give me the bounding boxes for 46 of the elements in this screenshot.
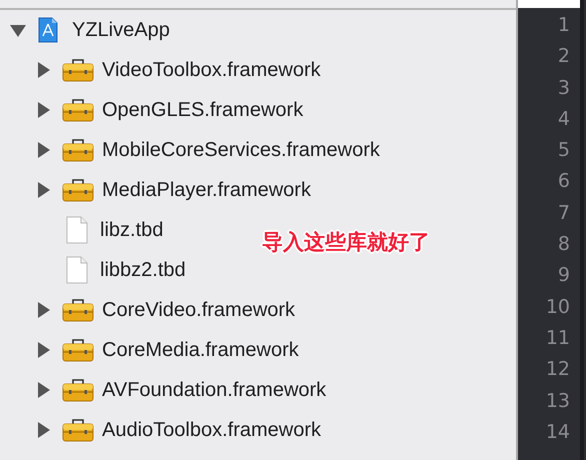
- line-number: 8: [556, 232, 571, 258]
- tree-item[interactable]: AudioToolbox.framework: [102, 418, 321, 442]
- toolbox-icon: [62, 138, 94, 162]
- tree-item[interactable]: OpenGLES.framework: [102, 98, 304, 122]
- tree-item[interactable]: AVFoundation.framework: [102, 378, 326, 402]
- line-number: 10: [544, 294, 571, 320]
- tree-item[interactable]: libbz2.tbd: [100, 258, 186, 282]
- line-number: 4: [556, 106, 571, 132]
- toolbox-icon: [62, 338, 94, 362]
- disclosure-triangle[interactable]: [38, 342, 50, 358]
- tree-item[interactable]: libz.tbd: [100, 218, 164, 242]
- disclosure-triangle[interactable]: [38, 62, 50, 78]
- disclosure-triangle[interactable]: [38, 422, 50, 438]
- line-number: 13: [544, 388, 571, 414]
- toolbox-icon: [62, 298, 94, 322]
- line-number: 14: [544, 420, 571, 445]
- disclosure-triangle[interactable]: [38, 382, 50, 398]
- toolbox-icon: [62, 58, 94, 82]
- toolbox-icon: [62, 178, 94, 202]
- line-number: 6: [556, 169, 571, 194]
- toolbox-icon: [62, 98, 94, 122]
- line-number: 12: [544, 357, 571, 382]
- disclosure-triangle[interactable]: [10, 25, 26, 37]
- tree-item[interactable]: CoreMedia.framework: [102, 338, 299, 362]
- line-number: 5: [556, 138, 571, 164]
- disclosure-triangle[interactable]: [38, 302, 50, 318]
- line-number: 7: [556, 200, 571, 226]
- tree-item[interactable]: VideoToolbox.framework: [102, 58, 321, 82]
- tree-item[interactable]: MediaPlayer.framework: [102, 178, 311, 202]
- toolbox-icon: [62, 378, 94, 402]
- line-number: 9: [556, 263, 571, 288]
- tree-item[interactable]: CoreVideo.framework: [102, 298, 296, 322]
- tree-item[interactable]: MobileCoreServices.framework: [102, 138, 380, 162]
- line-number: 1: [556, 13, 571, 38]
- app-project-icon: [38, 17, 58, 43]
- line-number: 2: [556, 44, 571, 70]
- document-icon: [66, 216, 88, 244]
- toolbox-icon: [62, 418, 94, 442]
- line-number: 11: [544, 326, 571, 351]
- annotation-text: 导入这些库就好了: [262, 230, 430, 256]
- disclosure-triangle[interactable]: [38, 142, 50, 158]
- document-icon: [66, 256, 88, 284]
- tree-item[interactable]: YZLiveApp: [72, 18, 170, 42]
- line-number: 3: [556, 76, 571, 101]
- disclosure-triangle[interactable]: [38, 102, 50, 118]
- disclosure-triangle[interactable]: [38, 182, 50, 198]
